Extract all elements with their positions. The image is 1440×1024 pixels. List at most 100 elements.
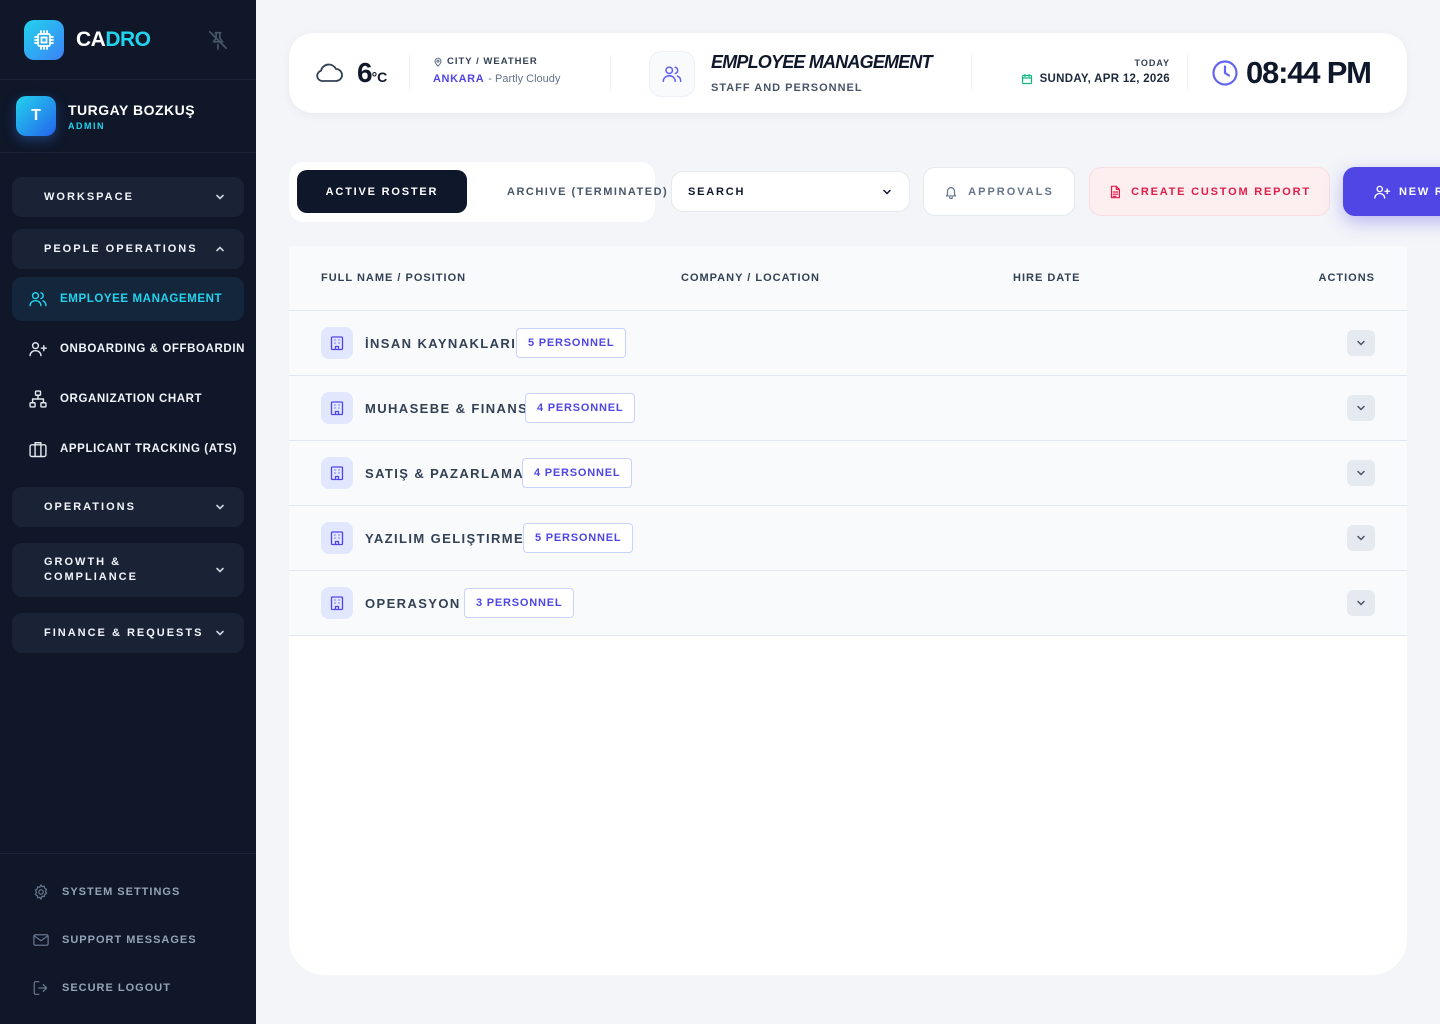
divider — [1187, 55, 1188, 91]
search-label: SEARCH — [688, 185, 746, 198]
nav-group-workspace[interactable]: WORKSPACE — [12, 177, 244, 217]
city-weather-title: CITY / WEATHER — [433, 56, 538, 67]
department-row[interactable]: YAZILIM GELIŞTIRME 5 PERSONNEL — [289, 506, 1407, 571]
column-header-company: COMPANY / LOCATION — [681, 272, 820, 284]
divider — [610, 55, 611, 91]
department-name: OPERASYON — [365, 596, 461, 611]
department-row[interactable]: SATIŞ & PAZARLAMA 4 PERSONNEL — [289, 441, 1407, 506]
sidebar-item-label: ONBOARDING & OFFBOARDING — [60, 343, 244, 355]
nav-group-people-operations[interactable]: PEOPLE OPERATIONS — [12, 229, 244, 269]
top-header: 6°C CITY / WEATHER ANKARA - Partly Cloudy… — [289, 33, 1407, 113]
personnel-count-badge: 3 PERSONNEL — [464, 588, 575, 618]
chevron-down-icon — [1357, 600, 1365, 606]
column-header-hire-date: HIRE DATE — [1013, 272, 1081, 284]
org-chart-icon — [29, 390, 47, 408]
search-dropdown[interactable]: SEARCH — [671, 171, 910, 212]
building-icon — [321, 522, 353, 554]
secure-logout-link[interactable]: SECURE LOGOUT — [32, 979, 171, 997]
expand-row-button[interactable] — [1347, 460, 1375, 486]
briefcase-icon — [29, 442, 47, 458]
expand-row-button[interactable] — [1347, 590, 1375, 616]
bell-icon — [946, 186, 957, 199]
user-plus-icon — [1374, 185, 1391, 199]
nav-group-label: OPERATIONS — [44, 500, 136, 513]
department-name: SATIŞ & PAZARLAMA — [365, 466, 525, 481]
sidebar-item-label: EMPLOYEE MANAGEMENT — [60, 293, 223, 305]
tab-archive[interactable]: ARCHIVE (TERMINATED) — [507, 170, 668, 213]
nav-group-finance-requests[interactable]: FINANCE & REQUESTS — [12, 613, 244, 653]
department-row[interactable]: MUHASEBE & FINANS 4 PERSONNEL — [289, 376, 1407, 441]
column-header-name: FULL NAME / POSITION — [321, 272, 467, 284]
approvals-button[interactable]: APPROVALS — [923, 167, 1075, 216]
chevron-down-icon — [216, 194, 224, 200]
user-plus-icon — [29, 342, 48, 357]
unpin-sidebar-icon[interactable] — [207, 29, 229, 51]
personnel-count-badge: 4 PERSONNEL — [525, 393, 636, 423]
cloud-icon — [316, 63, 343, 82]
chevron-down-icon — [216, 630, 224, 636]
building-icon — [321, 327, 353, 359]
logout-icon — [33, 980, 48, 996]
temperature-value: 6 — [357, 57, 373, 88]
mail-icon — [33, 934, 49, 946]
department-name: İNSAN KAYNAKLARI — [365, 336, 517, 351]
sidebar: CADRO T TURGAY BOZKUŞ ADMIN WORKSPACE PE… — [0, 0, 256, 1024]
sidebar-footer: SYSTEM SETTINGS SUPPORT MESSAGES SECURE … — [0, 853, 256, 1024]
divider — [409, 55, 410, 91]
profile-role: ADMIN — [68, 120, 105, 131]
sidebar-item-label: APPLICANT TRACKING (ATS) — [60, 443, 238, 455]
department-name: MUHASEBE & FINANS — [365, 401, 529, 416]
chevron-down-icon — [1357, 535, 1365, 541]
current-date: SUNDAY, APR 12, 2026 — [1039, 73, 1170, 85]
personnel-count-badge: 5 PERSONNEL — [523, 523, 634, 553]
new-record-button[interactable]: NEW R — [1343, 167, 1440, 216]
system-settings-link[interactable]: SYSTEM SETTINGS — [32, 883, 180, 901]
current-time: 08:44 PM — [1246, 55, 1372, 90]
city-weather-label: CITY / WEATHER — [447, 56, 538, 67]
nav-group-label: PEOPLE OPERATIONS — [44, 242, 198, 255]
sidebar-item-applicant-tracking[interactable]: APPLICANT TRACKING (ATS) — [12, 427, 244, 471]
approvals-label: APPROVALS — [968, 185, 1054, 198]
users-icon — [29, 292, 47, 307]
personnel-count-badge: 5 PERSONNEL — [516, 328, 627, 358]
chevron-down-icon — [216, 504, 224, 510]
page-users-icon — [649, 51, 695, 97]
chevron-down-icon — [883, 189, 891, 195]
column-header-actions: ACTIONS — [1318, 272, 1375, 284]
brand-name-part2: DRO — [105, 27, 151, 51]
department-row[interactable]: OPERASYON 3 PERSONNEL — [289, 571, 1407, 636]
chevron-down-icon — [1357, 340, 1365, 346]
weather-condition: - Partly Cloudy — [488, 73, 561, 85]
support-messages-link[interactable]: SUPPORT MESSAGES — [32, 931, 197, 949]
tab-active-roster[interactable]: ACTIVE ROSTER — [297, 170, 467, 213]
expand-row-button[interactable] — [1347, 525, 1375, 551]
sidebar-item-employee-management[interactable]: EMPLOYEE MANAGEMENT — [12, 277, 244, 321]
support-messages-label: SUPPORT MESSAGES — [62, 934, 197, 946]
sidebar-item-organization-chart[interactable]: ORGANIZATION CHART — [12, 377, 244, 421]
sidebar-item-onboarding[interactable]: ONBOARDING & OFFBOARDING — [12, 327, 244, 371]
chevron-down-icon — [1357, 470, 1365, 476]
create-custom-report-button[interactable]: CREATE CUSTOM REPORT — [1089, 167, 1330, 216]
expand-row-button[interactable] — [1347, 330, 1375, 356]
nav-group-label: WORKSPACE — [44, 190, 134, 203]
chevron-up-icon — [216, 246, 224, 252]
nav-group-growth-compliance[interactable]: GROWTH & COMPLIANCE — [12, 543, 244, 597]
temperature: 6°C — [357, 57, 387, 89]
expand-row-button[interactable] — [1347, 395, 1375, 421]
sidebar-item-label: ORGANIZATION CHART — [60, 393, 203, 405]
nav-group-label-line1: GROWTH & — [44, 556, 122, 568]
nav-group-operations[interactable]: OPERATIONS — [12, 487, 244, 527]
department-row[interactable]: İNSAN KAYNAKLARI 5 PERSONNEL — [289, 311, 1407, 376]
building-icon — [321, 392, 353, 424]
chevron-down-icon — [216, 567, 224, 573]
page-subtitle: STAFF AND PERSONNEL — [711, 82, 863, 94]
profile-name: TURGAY BOZKUŞ — [68, 101, 196, 118]
gear-icon — [34, 884, 48, 900]
create-custom-report-label: CREATE CUSTOM REPORT — [1131, 185, 1311, 198]
chip-logo-icon — [24, 19, 64, 60]
date-line: SUNDAY, APR 12, 2026 — [1021, 73, 1170, 85]
personnel-count-badge: 4 PERSONNEL — [522, 458, 633, 488]
user-profile[interactable]: T TURGAY BOZKUŞ ADMIN — [0, 80, 256, 153]
brand-name: CADRO — [76, 28, 151, 52]
roster-tabs: ACTIVE ROSTER ARCHIVE (TERMINATED) — [289, 162, 667, 222]
